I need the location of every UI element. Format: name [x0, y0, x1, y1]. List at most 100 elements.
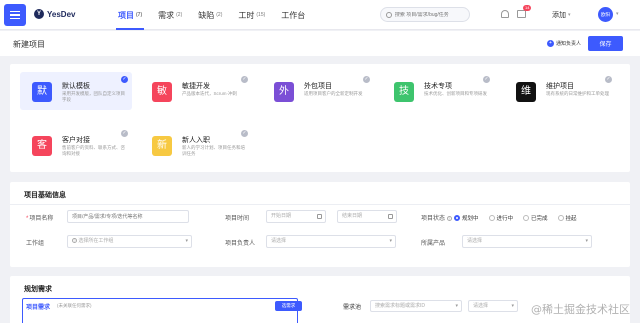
- page-title: 新建项目: [13, 40, 45, 49]
- template-name: 客户对接: [62, 137, 90, 144]
- main-nav: 项目 (7) 需求 (2) 缺陷 (2) 工时 (15) 工作台: [110, 0, 313, 30]
- template-agile[interactable]: 敏 敏捷开发 产品版本迭代，Scrum·冲刺 ✓: [140, 72, 252, 110]
- nav-label: 项目: [118, 10, 134, 20]
- template-name: 维护项目: [546, 83, 574, 90]
- work-group-label: 工作组: [26, 241, 45, 247]
- template-maintenance[interactable]: 维 维护项目 现有系统的日常维护和工单处理 ✓: [504, 72, 616, 110]
- status-radio-suspended[interactable]: 挂起: [557, 214, 577, 222]
- placeholder-text: 搜索需求标题或需求ID: [375, 303, 426, 309]
- requirement-pool-filter[interactable]: 请选择 ▾: [468, 300, 518, 312]
- radio-label: 挂起: [565, 216, 577, 222]
- check-icon: ✓: [241, 76, 248, 83]
- template-default[interactable]: 默 默认模板 采用开发模版，团队自定义项目字段 ✓: [20, 72, 132, 110]
- project-name-input[interactable]: [67, 210, 189, 223]
- label-text: 项目状态: [421, 216, 446, 222]
- avatar[interactable]: 欧阳: [598, 7, 613, 22]
- end-date-field[interactable]: 结束日期: [337, 210, 397, 223]
- plus-icon: +: [547, 40, 554, 47]
- radio-dot: [454, 215, 460, 221]
- template-icon: 外: [274, 82, 294, 102]
- chevron-down-icon: ▾: [585, 238, 588, 244]
- check-icon: ✓: [363, 76, 370, 83]
- project-info-section: 项目基础信息 *项目名称 项目时间 开始日期 结束日期 项目状态 ? 规划中 进…: [10, 182, 630, 267]
- template-customer[interactable]: 客 客户对接 售前客户的资料、联系方式、咨询和对接 ✓: [20, 126, 132, 164]
- placeholder-text: 请选择: [473, 303, 489, 309]
- template-desc: 售前客户的资料、联系方式、咨询和对接: [62, 145, 125, 156]
- message-badge: 14: [523, 5, 532, 11]
- product-select[interactable]: 请选择 ▾: [462, 235, 592, 248]
- watermark: @稀土掘金技术社区: [531, 303, 630, 316]
- product-label: 所属产品: [421, 241, 446, 247]
- template-desc: 现有系统的日常维护和工单处理: [546, 91, 609, 96]
- menu-icon[interactable]: [4, 4, 26, 26]
- radio-label: 已完成: [531, 216, 548, 222]
- nav-item-requirements[interactable]: 需求 (2): [150, 0, 190, 30]
- top-bar: Y YesDev 项目(7) 需求(2) 缺陷(2) 工时(15) 工作台 14…: [0, 0, 640, 30]
- start-date-field[interactable]: 开始日期: [266, 210, 326, 223]
- select-requirement-button[interactable]: 选需求: [275, 301, 302, 311]
- label-text: 项目名称: [29, 216, 54, 222]
- section-title: 规划需求: [24, 286, 52, 293]
- status-radio-planning[interactable]: 规划中: [454, 214, 479, 222]
- template-onboarding[interactable]: 新 新人入职 新人的学习计划、项目任务和培训任务 ✓: [140, 126, 252, 164]
- radio-label: 规划中: [462, 216, 479, 222]
- template-icon: 敏: [152, 82, 172, 102]
- project-owner-select[interactable]: 请选择 ▾: [266, 235, 396, 248]
- search-box[interactable]: [380, 7, 470, 22]
- bell-icon[interactable]: [501, 10, 509, 18]
- template-icon: 维: [516, 82, 536, 102]
- check-icon: ✓: [483, 76, 490, 83]
- requirement-pool-label: 需求池: [343, 305, 362, 311]
- message-icon[interactable]: [517, 10, 526, 18]
- project-status-label: 项目状态 ?: [421, 213, 452, 222]
- template-name: 技术专项: [424, 83, 452, 90]
- chevron-down-icon: ▾: [185, 238, 188, 244]
- radio-dot: [557, 215, 564, 221]
- template-icon: 新: [152, 136, 172, 156]
- nav-label: 需求: [158, 10, 175, 20]
- chevron-down-icon: ▾: [568, 12, 571, 18]
- placeholder-text: 结束日期: [342, 213, 363, 219]
- template-desc: 采用开发模版，团队自定义项目字段: [62, 91, 125, 102]
- nav-item-workbench[interactable]: 工作台: [273, 0, 313, 30]
- check-icon: ✓: [605, 76, 612, 83]
- panel-title: 项目需求: [26, 305, 51, 311]
- template-desc: 技术优化、创新项目和专项研发: [424, 91, 487, 96]
- radio-dot: [523, 215, 530, 221]
- template-desc: 新人的学习计划、项目任务和培训任务: [182, 145, 245, 156]
- help-icon: ?: [72, 238, 77, 244]
- add-menu[interactable]: 添加 ▾: [552, 10, 571, 20]
- template-desc: 适用项目客户的全新定制开发: [304, 91, 363, 96]
- chevron-down-icon: ▾: [511, 303, 514, 309]
- project-requirements-panel: 项目需求 (未关联任何需求) 选需求: [22, 298, 302, 323]
- project-name-label: *项目名称: [26, 216, 54, 222]
- logo[interactable]: Y YesDev: [34, 9, 75, 19]
- nav-item-worktime[interactable]: 工时 (15): [230, 0, 273, 30]
- status-radio-in-progress[interactable]: 进行中: [488, 214, 513, 222]
- nav-item-projects[interactable]: 项目 (7): [110, 0, 150, 30]
- search-input[interactable]: [394, 11, 469, 18]
- page-header: 新建项目 + 通知负责人 保存: [0, 31, 640, 56]
- template-icon: 技: [394, 82, 414, 102]
- template-icon: 客: [32, 136, 52, 156]
- chevron-down-icon[interactable]: ▾: [616, 11, 619, 17]
- work-group-select[interactable]: ? 选择所在工作组 ▾: [67, 235, 192, 248]
- nav-item-bugs[interactable]: 缺陷 (2): [190, 0, 230, 30]
- save-button[interactable]: 保存: [588, 36, 623, 51]
- nav-label: 缺陷: [198, 10, 215, 20]
- status-radio-completed[interactable]: 已完成: [523, 214, 548, 222]
- check-icon: ✓: [241, 130, 248, 137]
- status-radio-group: 规划中 进行中 已完成 挂起: [454, 214, 577, 222]
- template-outsource[interactable]: 外 外包项目 适用项目客户的全新定制开发 ✓: [262, 72, 374, 110]
- notify-owner-toggle[interactable]: + 通知负责人: [547, 40, 581, 47]
- calendar-icon: [388, 214, 393, 219]
- calendar-icon: [317, 214, 322, 219]
- placeholder-text: 开始日期: [271, 213, 292, 219]
- chevron-down-icon: ▾: [455, 303, 458, 309]
- template-name: 默认模板: [62, 83, 90, 90]
- help-icon[interactable]: ?: [446, 215, 452, 221]
- requirement-pool-search[interactable]: 搜索需求标题或需求ID ▾: [370, 300, 462, 312]
- nav-count: (15): [256, 12, 266, 18]
- template-tech[interactable]: 技 技术专项 技术优化、创新项目和专项研发 ✓: [382, 72, 494, 110]
- divider: [10, 204, 630, 205]
